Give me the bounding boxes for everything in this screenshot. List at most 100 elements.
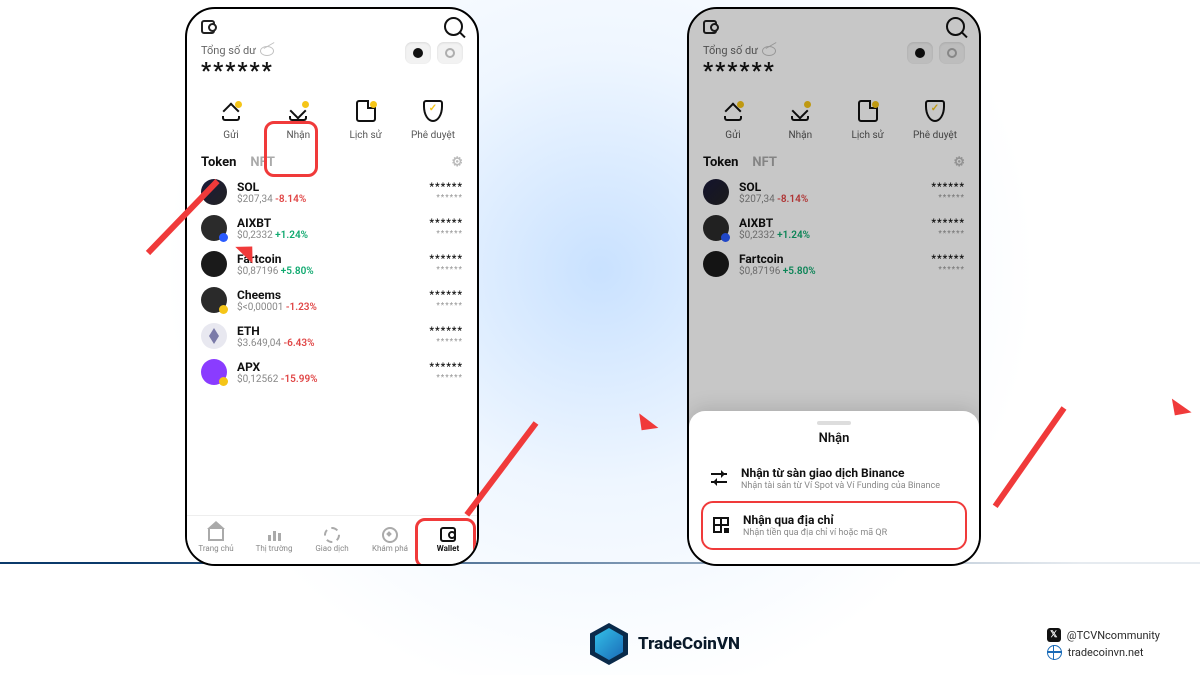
- action-history[interactable]: Lịch sử: [838, 96, 898, 141]
- action-history[interactable]: Lịch sử: [336, 96, 396, 141]
- social-links: 𝕏 @TCVNcommunity tradecoinvn.net: [1047, 628, 1160, 660]
- token-symbol: SOL: [739, 180, 921, 194]
- token-price: $<0,00001 -1.23%: [237, 302, 419, 313]
- sheet-option-binance[interactable]: Nhận từ sàn giao dịch Binance Nhận tài s…: [701, 456, 967, 501]
- globe-icon: [1047, 645, 1062, 660]
- approve-icon: [423, 100, 443, 122]
- token-symbol: SOL: [237, 180, 419, 194]
- token-icon: [703, 251, 729, 277]
- search-icon[interactable]: [444, 17, 463, 36]
- balance-label-text: Tổng số dư: [201, 44, 256, 57]
- action-send-label: Gửi: [725, 130, 740, 141]
- token-value: ******: [429, 301, 463, 310]
- token-symbol: AIXBT: [237, 216, 419, 230]
- gold-dot-icon: [235, 101, 242, 108]
- action-send[interactable]: Gửi: [703, 96, 763, 141]
- token-icon: [201, 215, 227, 241]
- pill-solid[interactable]: [907, 42, 933, 64]
- token-row[interactable]: Cheems$<0,00001 -1.23%************: [201, 282, 463, 318]
- sheet-opt2-title: Nhận qua địa chỉ: [743, 513, 887, 527]
- bottom-nav: Trang chủ Thị trường Giao dịch Khám phá …: [187, 515, 477, 564]
- eye-off-icon[interactable]: [762, 46, 776, 56]
- social-web[interactable]: tradecoinvn.net: [1047, 645, 1160, 660]
- brand-logo-icon: [590, 623, 628, 665]
- token-symbol: Cheems: [237, 288, 419, 302]
- token-row[interactable]: ETH$3.649,04 -6.43%************: [201, 318, 463, 354]
- token-amount: ******: [931, 218, 965, 229]
- pill-hollow[interactable]: [939, 42, 965, 64]
- token-row[interactable]: SOL$207,34 -8.14%************: [201, 174, 463, 210]
- token-amount: ******: [931, 182, 965, 193]
- token-price: $207,34 -8.14%: [237, 194, 419, 205]
- token-amount: ******: [429, 362, 463, 373]
- token-value: ******: [429, 229, 463, 238]
- token-icon: [201, 359, 227, 385]
- footer: TradeCoinVN 𝕏 @TCVNcommunity tradecoinvn.…: [0, 623, 1200, 665]
- transfer-icon: [711, 471, 727, 485]
- nav-discover-label: Khám phá: [372, 544, 408, 553]
- gold-dot-icon: [370, 101, 377, 108]
- token-value: ******: [931, 229, 965, 238]
- token-row[interactable]: APX$0,12562 -15.99%************: [201, 354, 463, 390]
- nav-home[interactable]: Trang chủ: [187, 516, 245, 564]
- sheet-option-address[interactable]: Nhận qua địa chỉ Nhận tiền qua địa chỉ v…: [701, 501, 967, 550]
- nav-trade[interactable]: Giao dịch: [303, 516, 361, 564]
- sheet-handle[interactable]: [817, 421, 851, 425]
- token-price: $0,87196 +5.80%: [237, 266, 419, 277]
- qr-icon: [713, 517, 729, 533]
- action-history-label: Lịch sử: [851, 130, 883, 141]
- token-amount: ******: [429, 326, 463, 337]
- token-row[interactable]: Fartcoin$0,87196 +5.80%************: [703, 246, 965, 282]
- pill-solid[interactable]: [405, 42, 431, 64]
- search-icon[interactable]: [946, 17, 965, 36]
- action-send[interactable]: Gửi: [201, 96, 261, 141]
- pill-hollow[interactable]: [437, 42, 463, 64]
- token-symbol: APX: [237, 360, 419, 374]
- token-value: ******: [931, 265, 965, 274]
- brand-name: TradeCoinVN: [638, 634, 740, 654]
- sheet-opt2-sub: Nhận tiền qua địa chỉ ví hoặc mã QR: [743, 528, 887, 538]
- action-receive[interactable]: Nhận: [770, 96, 830, 141]
- nav-trade-label: Giao dịch: [315, 544, 348, 553]
- action-receive-label: Nhận: [287, 130, 311, 141]
- tab-nft[interactable]: NFT: [752, 155, 777, 170]
- tab-nft[interactable]: NFT: [250, 155, 275, 170]
- wallet-head-icon[interactable]: [201, 20, 215, 34]
- action-approve-label: Phê duyệt: [913, 130, 957, 141]
- tab-token[interactable]: Token: [201, 155, 236, 170]
- token-amount: ******: [429, 218, 463, 229]
- action-approve-label: Phê duyệt: [411, 130, 455, 141]
- nav-wallet[interactable]: Wallet: [419, 516, 477, 564]
- filter-icon[interactable]: ⚙: [953, 155, 965, 170]
- token-amount: ******: [429, 254, 463, 265]
- nav-market[interactable]: Thị trường: [245, 516, 303, 564]
- token-symbol: ETH: [237, 324, 419, 338]
- brand: TradeCoinVN: [590, 623, 740, 665]
- sheet-title: Nhận: [701, 431, 967, 446]
- social-x[interactable]: 𝕏 @TCVNcommunity: [1047, 628, 1160, 642]
- tab-token[interactable]: Token: [703, 155, 738, 170]
- action-approve[interactable]: Phê duyệt: [905, 96, 965, 141]
- wallet-head-icon[interactable]: [703, 20, 717, 34]
- token-list: SOL$207,34 -8.14%************AIXBT$0,233…: [689, 172, 979, 282]
- filter-icon[interactable]: ⚙: [451, 155, 463, 170]
- receive-sheet: Nhận Nhận từ sàn giao dịch Binance Nhận …: [689, 411, 979, 564]
- token-row[interactable]: AIXBT$0,2332 +1.24%************: [703, 210, 965, 246]
- social-web-url: tradecoinvn.net: [1068, 646, 1144, 659]
- eye-off-icon[interactable]: [260, 46, 274, 56]
- sheet-opt1-sub: Nhận tài sản từ Ví Spot và Ví Funding củ…: [741, 481, 940, 491]
- token-price: $0,12562 -15.99%: [237, 374, 419, 385]
- token-price: $0,2332 +1.24%: [739, 230, 921, 241]
- token-list: SOL$207,34 -8.14%************AIXBT$0,233…: [187, 172, 477, 390]
- token-row[interactable]: SOL$207,34 -8.14%************: [703, 174, 965, 210]
- nav-discover[interactable]: Khám phá: [361, 516, 419, 564]
- token-price: $0,2332 +1.24%: [237, 230, 419, 241]
- token-value: ******: [429, 193, 463, 202]
- social-x-handle: @TCVNcommunity: [1067, 629, 1160, 642]
- action-approve[interactable]: Phê duyệt: [403, 96, 463, 141]
- token-icon: [201, 323, 227, 349]
- action-receive[interactable]: Nhận: [268, 96, 328, 141]
- token-value: ******: [931, 193, 965, 202]
- token-icon: [703, 215, 729, 241]
- x-icon: 𝕏: [1047, 628, 1061, 642]
